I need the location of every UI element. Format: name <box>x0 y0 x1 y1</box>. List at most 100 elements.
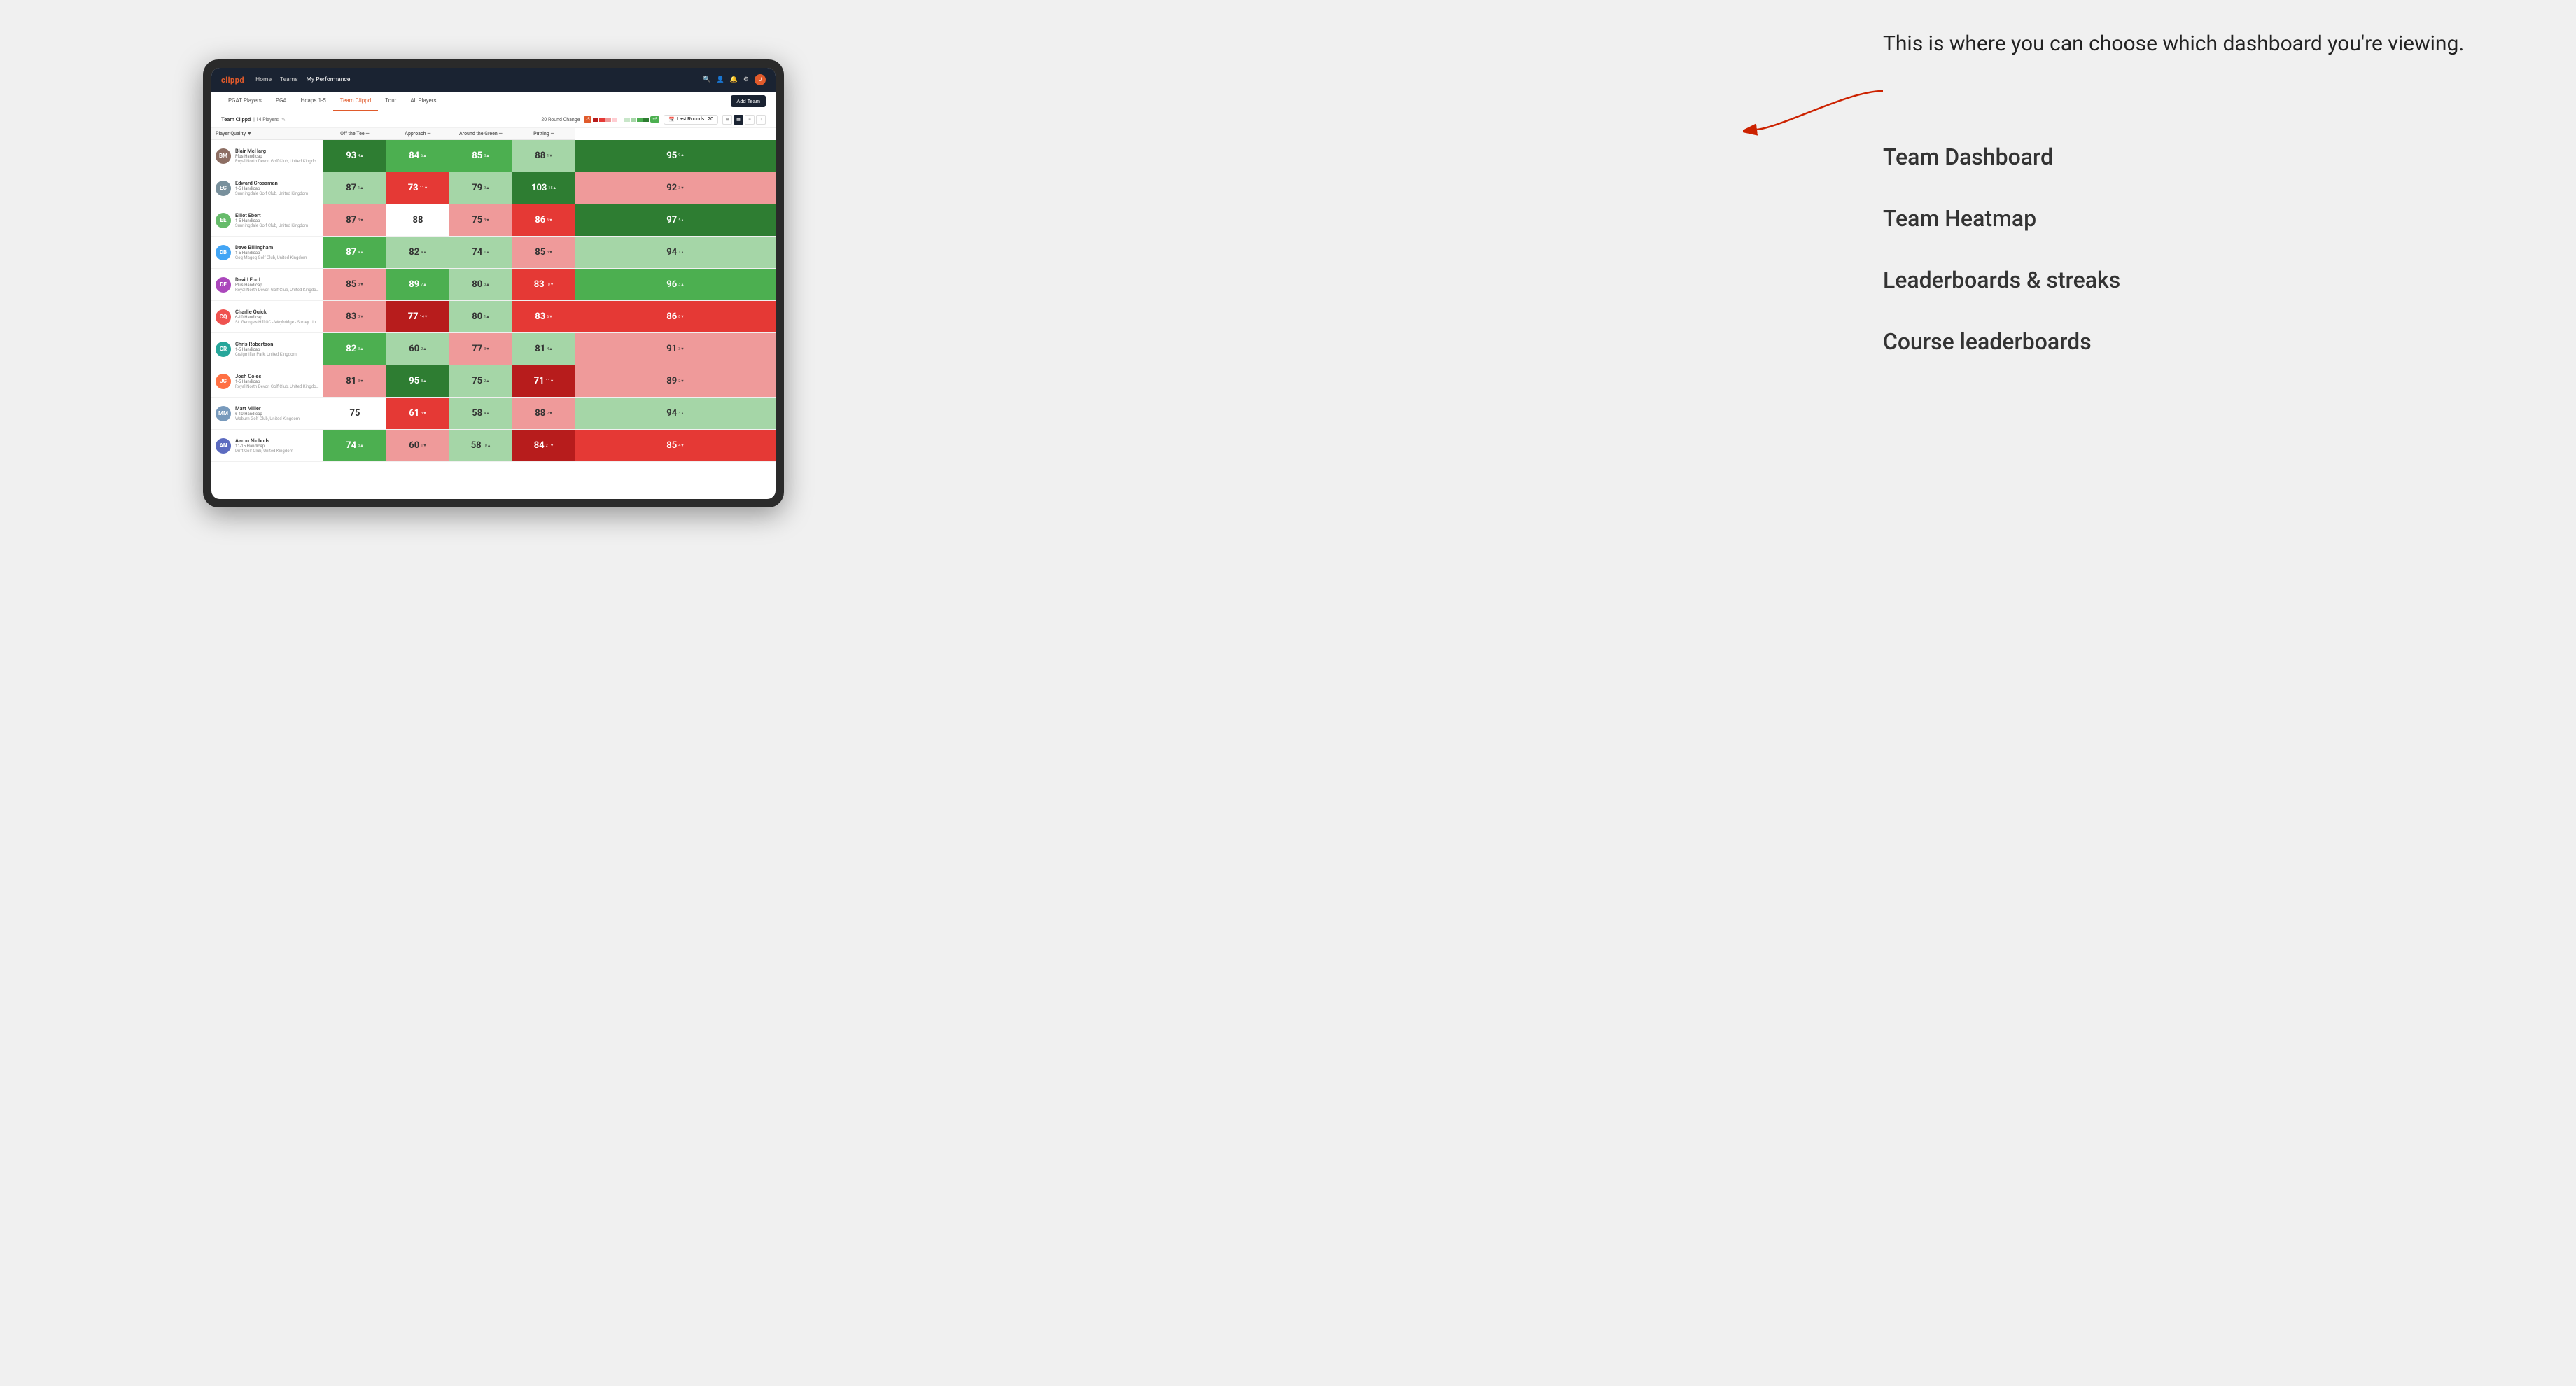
table-row[interactable]: AN Aaron Nicholls 11-15 Handicap Drift G… <box>211 430 776 462</box>
metric-putting: 94 1▲ <box>575 237 776 269</box>
tab-pga[interactable]: PGA <box>269 92 294 111</box>
player-cell[interactable]: JC Josh Coles 1-5 Handicap Royal North D… <box>211 365 323 398</box>
metric-approach: 75 2▲ <box>449 365 512 398</box>
col-header-player: Player Quality ▼ <box>211 128 323 140</box>
metric-value: 84 <box>534 440 545 451</box>
tab-team-clippd[interactable]: Team Clippd <box>333 92 379 111</box>
metric-value: 83 <box>346 312 356 322</box>
metric-value: 77 <box>472 344 482 354</box>
table-row[interactable]: BM Blair McHarg Plus Handicap Royal Nort… <box>211 140 776 172</box>
player-name: Dave Billingham <box>235 244 307 251</box>
metric-around_green: 88 1▼ <box>512 140 575 172</box>
player-table: Player Quality ▼ Off the Tee — Approach … <box>211 128 776 462</box>
metric-change: 1▼ <box>421 444 427 448</box>
table-row[interactable]: CR Chris Robertson 1-5 Handicap Craigmil… <box>211 333 776 365</box>
player-name: Josh Coles <box>235 373 319 379</box>
color-scale <box>593 118 649 122</box>
metric-inner: 60 2▲ <box>386 333 449 365</box>
tab-items: PGAT Players PGA Hcaps 1-5 Team Clippd T… <box>221 92 444 111</box>
nav-home[interactable]: Home <box>255 75 272 85</box>
tab-hcaps[interactable]: Hcaps 1-5 <box>294 92 333 111</box>
metric-value: 81 <box>535 344 545 354</box>
metric-inner: 82 4▲ <box>386 237 449 268</box>
tab-all-players[interactable]: All Players <box>403 92 443 111</box>
metric-inner: 88 1▼ <box>512 140 575 172</box>
table-row[interactable]: DB Dave Billingham 1-5 Handicap Gog Mago… <box>211 237 776 269</box>
metric-value: 71 <box>534 376 545 386</box>
last-rounds-button[interactable]: 📅 Last Rounds: 20 <box>664 115 718 125</box>
player-cell[interactable]: DB Dave Billingham 1-5 Handicap Gog Mago… <box>211 237 323 269</box>
pos-badge: +5 <box>650 116 659 122</box>
metric-inner: 97 5▲ <box>575 204 776 236</box>
player-cell[interactable]: CQ Charlie Quick 6-10 Handicap St. Georg… <box>211 301 323 333</box>
metric-putting: 85 4▼ <box>575 430 776 462</box>
metric-inner: 83 10▼ <box>512 269 575 300</box>
metric-inner: 77 14▼ <box>386 301 449 332</box>
table-row[interactable]: EC Edward Crossman 1-5 Handicap Sunningd… <box>211 172 776 204</box>
table-row[interactable]: MM Matt Miller 6-10 Handicap Woburn Golf… <box>211 398 776 430</box>
metric-inner: 96 3▲ <box>575 269 776 300</box>
export-button[interactable]: ↓ <box>756 115 766 125</box>
metric-value: 95 <box>666 150 677 161</box>
grid-view-button[interactable]: ⊞ <box>722 115 732 125</box>
metric-inner: 83 3▼ <box>323 301 386 332</box>
player-cell[interactable]: DF David Ford Plus Handicap Royal North … <box>211 269 323 301</box>
player-cell[interactable]: CR Chris Robertson 1-5 Handicap Craigmil… <box>211 333 323 365</box>
player-cell[interactable]: BM Blair McHarg Plus Handicap Royal Nort… <box>211 140 323 172</box>
settings-icon[interactable]: ⚙ <box>743 76 749 83</box>
search-icon[interactable]: 🔍 <box>703 76 710 83</box>
add-team-button[interactable]: Add Team <box>731 95 766 107</box>
sub-header: Team Clippd | 14 Players ✎ 20 Round Chan… <box>211 111 776 128</box>
metric-quality: 75 <box>323 398 386 430</box>
table-row[interactable]: DF David Ford Plus Handicap Royal North … <box>211 269 776 301</box>
metric-change: 21▼ <box>546 444 554 448</box>
metric-inner: 58 4▲ <box>449 398 512 429</box>
metric-value: 94 <box>666 247 677 258</box>
metric-inner: 75 3▼ <box>449 204 512 236</box>
heatmap-view-button[interactable]: ▦ <box>734 115 743 125</box>
player-cell[interactable]: EC Edward Crossman 1-5 Handicap Sunningd… <box>211 172 323 204</box>
user-icon[interactable]: 👤 <box>716 76 724 83</box>
tab-pgat-players[interactable]: PGAT Players <box>221 92 269 111</box>
metric-quality: 81 3▼ <box>323 365 386 398</box>
annotation-item-dashboard: Team Dashboard <box>1883 144 2534 170</box>
player-cell[interactable]: AN Aaron Nicholls 11-15 Handicap Drift G… <box>211 430 323 462</box>
metric-inner: 95 9▲ <box>575 140 776 172</box>
avatar[interactable]: U <box>755 74 766 85</box>
table-row[interactable]: EE Elliot Ebert 1-5 Handicap Sunningdale… <box>211 204 776 237</box>
metric-quality: 82 3▲ <box>323 333 386 365</box>
metric-quality: 85 3▼ <box>323 269 386 301</box>
nav-my-performance[interactable]: My Performance <box>307 75 351 85</box>
round-change-label: 20 Round Change <box>541 117 580 122</box>
player-club: Royal North Devon Golf Club, United King… <box>235 384 319 389</box>
metric-inner: 86 6▼ <box>512 204 575 236</box>
metric-inner: 84 6▲ <box>386 140 449 172</box>
metric-change: 2▲ <box>484 379 490 384</box>
metric-change: 1▲ <box>484 251 490 255</box>
player-name: Matt Miller <box>235 405 300 412</box>
metric-inner: 92 3▼ <box>575 172 776 204</box>
player-cell[interactable]: MM Matt Miller 6-10 Handicap Woburn Golf… <box>211 398 323 430</box>
table-row[interactable]: JC Josh Coles 1-5 Handicap Royal North D… <box>211 365 776 398</box>
metric-value: 74 <box>472 247 482 258</box>
metric-value: 94 <box>666 408 677 419</box>
player-handicap: 1-5 Handicap <box>235 186 308 191</box>
table-row[interactable]: CQ Charlie Quick 6-10 Handicap St. Georg… <box>211 301 776 333</box>
list-view-button[interactable]: ≡ <box>745 115 755 125</box>
player-handicap: 1-5 Handicap <box>235 251 307 255</box>
player-info: Elliot Ebert 1-5 Handicap Sunningdale Go… <box>235 212 308 228</box>
metric-value: 75 <box>350 408 360 419</box>
player-name: Chris Robertson <box>235 341 297 347</box>
metric-change: 3▼ <box>547 251 553 255</box>
player-avatar: CR <box>216 342 231 357</box>
bell-icon[interactable]: 🔔 <box>730 76 738 83</box>
edit-icon[interactable]: ✎ <box>281 117 286 122</box>
tab-tour[interactable]: Tour <box>378 92 403 111</box>
metric-change: 1▲ <box>358 186 364 190</box>
metric-change: 2▼ <box>547 412 553 416</box>
nav-teams[interactable]: Teams <box>280 75 298 85</box>
metric-value: 87 <box>346 247 356 258</box>
player-cell[interactable]: EE Elliot Ebert 1-5 Handicap Sunningdale… <box>211 204 323 237</box>
metric-approach: 58 4▲ <box>449 398 512 430</box>
metric-inner: 88 2▼ <box>512 398 575 429</box>
